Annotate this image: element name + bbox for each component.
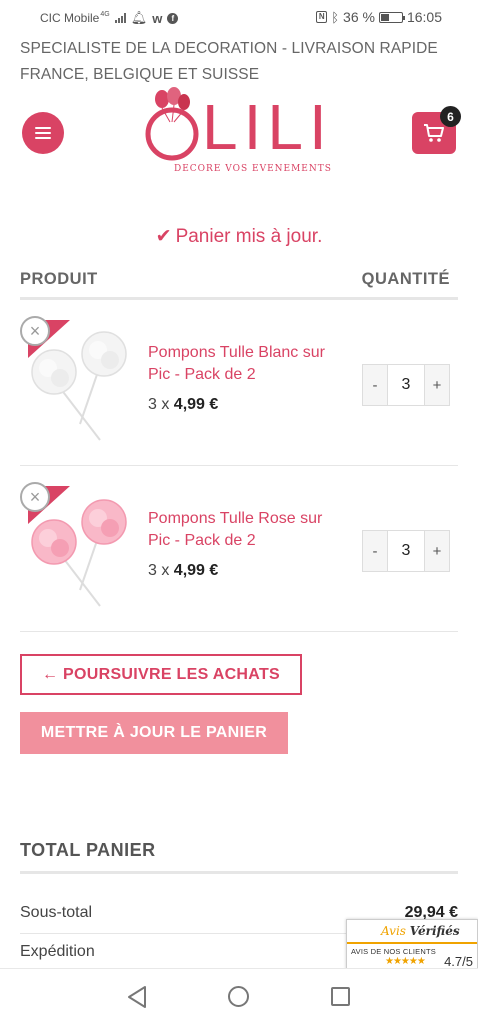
product-price: 3 x 4,99 €: [148, 562, 218, 580]
snapchat-icon: 🔔︎: [130, 10, 148, 25]
cart-item: × Pompons Tulle Rose sur Pic - Pack de 2…: [20, 466, 458, 632]
increase-quantity-button[interactable]: +: [425, 365, 449, 405]
avis-brand-1: Avis: [381, 924, 406, 938]
close-icon: ×: [29, 321, 41, 341]
product-name-link[interactable]: Pompons Tulle Blanc sur Pic - Pack de 2: [148, 342, 343, 386]
logo-text: LILI: [202, 91, 333, 163]
cart-updated-text: Panier mis à jour.: [175, 226, 323, 247]
increase-quantity-button[interactable]: +: [425, 531, 449, 571]
unit-price: 4,99 €: [173, 396, 219, 413]
avis-subtitle: AVIS DE NOS CLIENTS: [351, 947, 436, 956]
signal-icon: [114, 13, 126, 23]
unit-price: 4,99 €: [173, 562, 219, 579]
decrease-quantity-button[interactable]: -: [363, 531, 387, 571]
product-price: 3 x 4,99 €: [148, 396, 218, 414]
network-type: 4G: [100, 10, 110, 18]
quantity-column-header: QUANTITÉ: [361, 270, 450, 288]
quantity-input[interactable]: 3: [387, 365, 425, 405]
cart-icon: [424, 124, 444, 142]
home-icon[interactable]: [228, 986, 249, 1007]
quantity-stepper: - 3 +: [362, 364, 450, 406]
cart-count-badge: 6: [440, 106, 461, 127]
back-icon[interactable]: [126, 985, 148, 1009]
nfc-icon: N: [316, 11, 328, 23]
battery-percent: 36 %: [343, 9, 375, 25]
product-name-link[interactable]: Pompons Tulle Rose sur Pic - Pack de 2: [148, 508, 343, 552]
rating-stars-icon: ★★★★★: [385, 956, 426, 967]
cart-table-header: PRODUIT QUANTITÉ: [20, 270, 458, 300]
clock: 16:05: [406, 9, 442, 25]
avis-brand-2: Vérifiés: [409, 924, 460, 938]
close-icon: ×: [29, 487, 41, 507]
recent-apps-icon[interactable]: [331, 987, 350, 1006]
divider: [347, 942, 477, 944]
qty-prefix: 3 x: [148, 562, 174, 579]
logo-tagline: DECORE VOS EVENEMENTS: [174, 164, 332, 174]
shipping-label: Expédition: [20, 943, 95, 960]
quantity-stepper: - 3 +: [362, 530, 450, 572]
battery-icon: [378, 11, 405, 23]
product-column-header: PRODUIT: [20, 270, 98, 288]
carrier-label: CIC Mobile: [40, 11, 100, 25]
quantity-input[interactable]: 3: [387, 531, 425, 571]
hamburger-icon: [35, 127, 51, 129]
site-logo[interactable]: LILI DECORE VOS EVENEMENTS: [140, 86, 340, 178]
rating-value: 4.7/5: [444, 954, 473, 969]
qty-prefix: 3 x: [148, 396, 174, 413]
bluetooth-icon: ᛒ: [331, 9, 340, 25]
cart-totals-title: TOTAL PANIER: [20, 840, 458, 874]
remove-item-button[interactable]: ×: [20, 482, 50, 512]
system-nav-bar: [0, 968, 478, 1024]
continue-shopping-button[interactable]: ← POURSUIVRE LES ACHATS: [20, 654, 302, 695]
remove-item-button[interactable]: ×: [20, 316, 50, 346]
cart-updated-message: ✔ Panier mis à jour.: [0, 225, 478, 248]
decrease-quantity-button[interactable]: -: [363, 365, 387, 405]
status-bar: CIC Mobile 4G 🔔︎ w f N ᛒ 36 % 16:05: [0, 0, 478, 34]
cart-item: × Pompons Tulle Blanc sur Pic - Pack de …: [20, 300, 458, 466]
menu-button[interactable]: [22, 112, 64, 154]
avis-brand: Avis Vérifiés: [381, 924, 460, 938]
subtotal-label: Sous-total: [20, 904, 93, 921]
facebook-icon: f: [167, 12, 179, 24]
w-app-icon: w: [152, 10, 163, 26]
reviews-widget[interactable]: Avis Vérifiés AVIS DE NOS CLIENTS ★★★★★ …: [346, 919, 478, 971]
checkmark-icon: ✔: [155, 226, 172, 247]
update-cart-button[interactable]: METTRE À JOUR LE PANIER: [20, 712, 288, 754]
shipping-banner: SPECIALISTE DE LA DECORATION - LIVRAISON…: [20, 40, 438, 83]
